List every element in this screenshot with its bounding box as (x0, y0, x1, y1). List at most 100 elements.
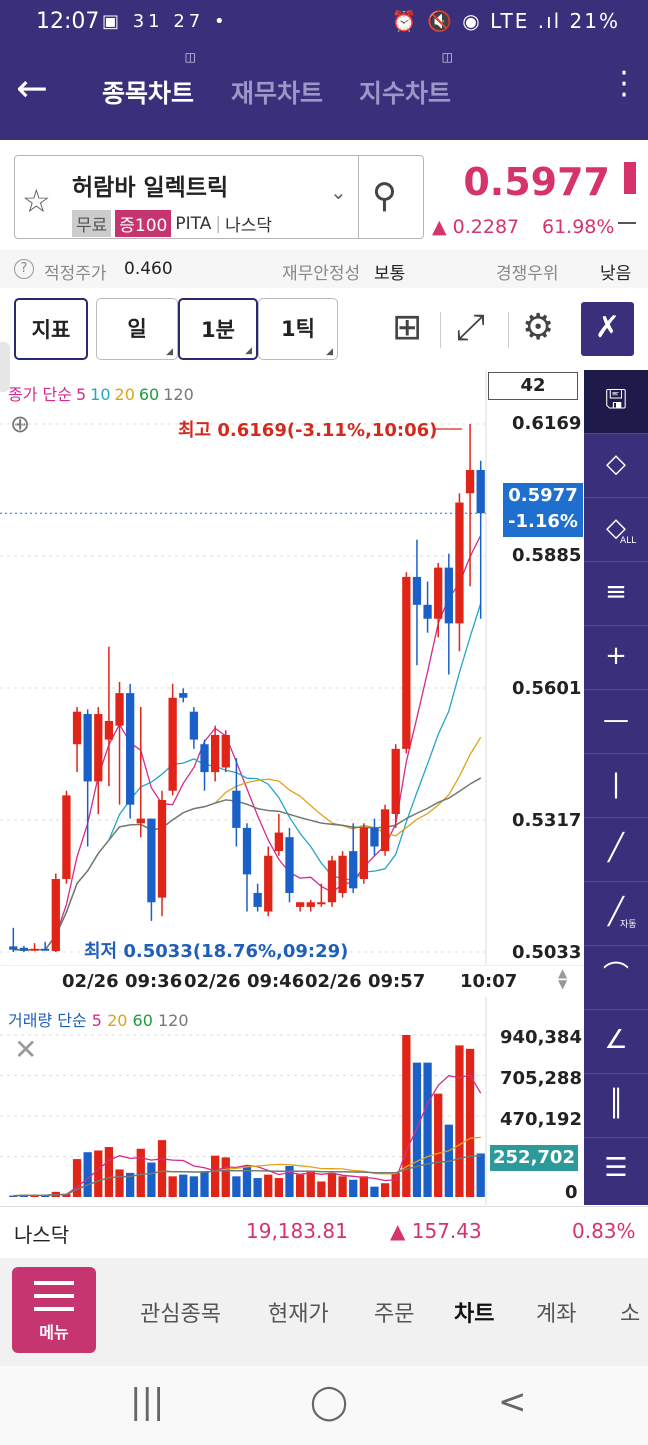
stock-name: 허람바 일렉트릭 (72, 175, 229, 201)
tab-financial-chart[interactable]: 재무차트 (231, 74, 323, 110)
auto-trend-icon[interactable]: ╱ 자동 (584, 882, 648, 946)
volume-bar (200, 1171, 209, 1197)
volume-bar (391, 1172, 400, 1197)
status-bar: 12:07 ▣ 31 27 • ⏰ 🔇 ◉ LTE .ıl 21% (0, 0, 648, 44)
candle-body (264, 855, 273, 912)
volume-bar (264, 1174, 273, 1197)
nav-more[interactable]: 소 (620, 1296, 640, 1328)
candle-body (295, 902, 305, 907)
volume-bar (402, 1035, 411, 1197)
candle-body (189, 711, 199, 740)
home-icon[interactable]: ◯ (310, 1382, 348, 1422)
tab-stock-chart[interactable]: ◫ 종목차트 (102, 50, 196, 110)
eraser-icon[interactable]: ◇ (584, 434, 648, 498)
candle-body (349, 851, 358, 889)
free-tag: 무료 (72, 210, 112, 237)
volume-bar (157, 1140, 167, 1197)
volume-bar (136, 1148, 145, 1197)
help-icon[interactable]: ? (14, 259, 34, 279)
star-icon[interactable]: ☆ (22, 182, 51, 220)
candle-body (306, 902, 315, 907)
volume-chart[interactable] (0, 997, 584, 1205)
fan-line-icon[interactable]: ∠ (584, 1010, 648, 1074)
arc-icon[interactable]: ⌒ (584, 946, 648, 1010)
stability-value: 보통 (374, 264, 406, 284)
price-change: ▲ 0.2287 (432, 216, 520, 238)
high-price-label: 최고 0.6169(-3.11%,10:06) (178, 420, 438, 441)
volume-bar (359, 1176, 368, 1197)
axis-label: 0.5317 (512, 810, 582, 831)
volume-bar (147, 1162, 156, 1197)
indicator-button[interactable]: 지표 (14, 298, 88, 360)
candle-body (465, 470, 475, 494)
divider (508, 312, 509, 348)
nav-order[interactable]: 주문 (374, 1296, 414, 1328)
candle-body (402, 576, 411, 749)
candle-body (104, 721, 114, 740)
volume-bar (115, 1169, 124, 1197)
candle-body (210, 734, 220, 773)
candle-body (380, 809, 390, 852)
axis-label: 0.6169 (512, 413, 582, 434)
one-minute-button[interactable]: 1분 ◢ (178, 298, 258, 360)
candle-body (83, 714, 92, 782)
time-label: 02/26 09:36 (62, 971, 183, 992)
current-price-badge: 0.5977 -1.16% (503, 483, 583, 537)
candle-body (285, 837, 294, 893)
back-icon[interactable]: < (498, 1382, 527, 1422)
day-button[interactable]: 일 ◢ (96, 298, 178, 360)
back-arrow-icon[interactable]: ← (16, 69, 56, 110)
gear-icon[interactable]: ⚙ (522, 308, 554, 348)
nav-watchlist[interactable]: 관심종목 (140, 1296, 221, 1328)
nav-chart[interactable]: 차트 (454, 1296, 494, 1328)
vertical-line-icon[interactable]: | (584, 754, 648, 818)
current-price: 0.5977 (463, 160, 610, 204)
drawing-tools-icon[interactable]: ✗ (581, 302, 634, 356)
grid-layout-icon[interactable]: ⊞ (392, 308, 422, 348)
tab-index-chart[interactable]: ◫ 지수차트 (359, 50, 453, 110)
volume-bar (179, 1174, 188, 1197)
index-bar[interactable]: 나스닥 19,183.81 ▲ 157.43 0.83% (0, 1206, 648, 1256)
recent-apps-icon[interactable]: ||| (130, 1382, 164, 1422)
menu-label: 메뉴 (39, 1323, 69, 1342)
nav-account[interactable]: 계좌 (536, 1296, 576, 1328)
day-label: 일 (127, 317, 147, 341)
volume-bar (317, 1181, 326, 1197)
volume-bar (349, 1179, 358, 1197)
search-icon[interactable]: ⚲ (372, 176, 397, 216)
one-tick-button[interactable]: 1틱 ◢ (258, 298, 338, 360)
crosshair-line-icon[interactable]: + (584, 626, 648, 690)
volume-axis-label: 470,192 (500, 1109, 582, 1130)
resize-handle-icon[interactable]: ▲ ▼ (558, 967, 567, 990)
candle-body (423, 604, 432, 619)
price-chart[interactable] (0, 370, 584, 1000)
candle-body (179, 693, 188, 698)
save-icon[interactable]: 🖫 (584, 370, 648, 434)
more-menu-icon[interactable]: · · · (618, 59, 630, 111)
signal-icons: ⏰ 🔇 ◉ LTE .ıl (391, 9, 562, 33)
fibonacci-time-icon[interactable]: ║ (584, 1074, 648, 1138)
trend-line-icon[interactable]: ╱ (584, 818, 648, 882)
current-volume-badge: 252,702 (490, 1145, 578, 1171)
candle-body (126, 693, 135, 805)
nav-current-price[interactable]: 현재가 (268, 1296, 329, 1328)
axis-label: 0.5033 (512, 942, 582, 963)
horizontal-line-icon[interactable]: — (584, 690, 648, 754)
fair-price-value: 0.460 (124, 259, 173, 279)
expand-icon[interactable]: ⤢ (456, 308, 485, 348)
badge-price: 0.5977 (508, 485, 578, 506)
hcl-line-icon[interactable]: ≡ (584, 562, 648, 626)
divider (440, 312, 441, 348)
erase-all-icon[interactable]: ◇ ALL (584, 498, 648, 562)
volume-bar (83, 1152, 92, 1197)
hamburger-icon (34, 1281, 74, 1311)
volume-bar (210, 1155, 220, 1197)
time-label: 02/26 09:57 (305, 971, 426, 992)
time-label: 10:07 (460, 971, 518, 992)
candle-body (30, 948, 39, 951)
chevron-down-icon[interactable]: ⌄ (330, 180, 347, 204)
fibonacci-retracement-icon[interactable]: ☰ (584, 1138, 648, 1202)
menu-button[interactable]: 메뉴 (12, 1267, 96, 1353)
tick-label: 1틱 (281, 317, 315, 341)
candle-body (317, 902, 326, 905)
